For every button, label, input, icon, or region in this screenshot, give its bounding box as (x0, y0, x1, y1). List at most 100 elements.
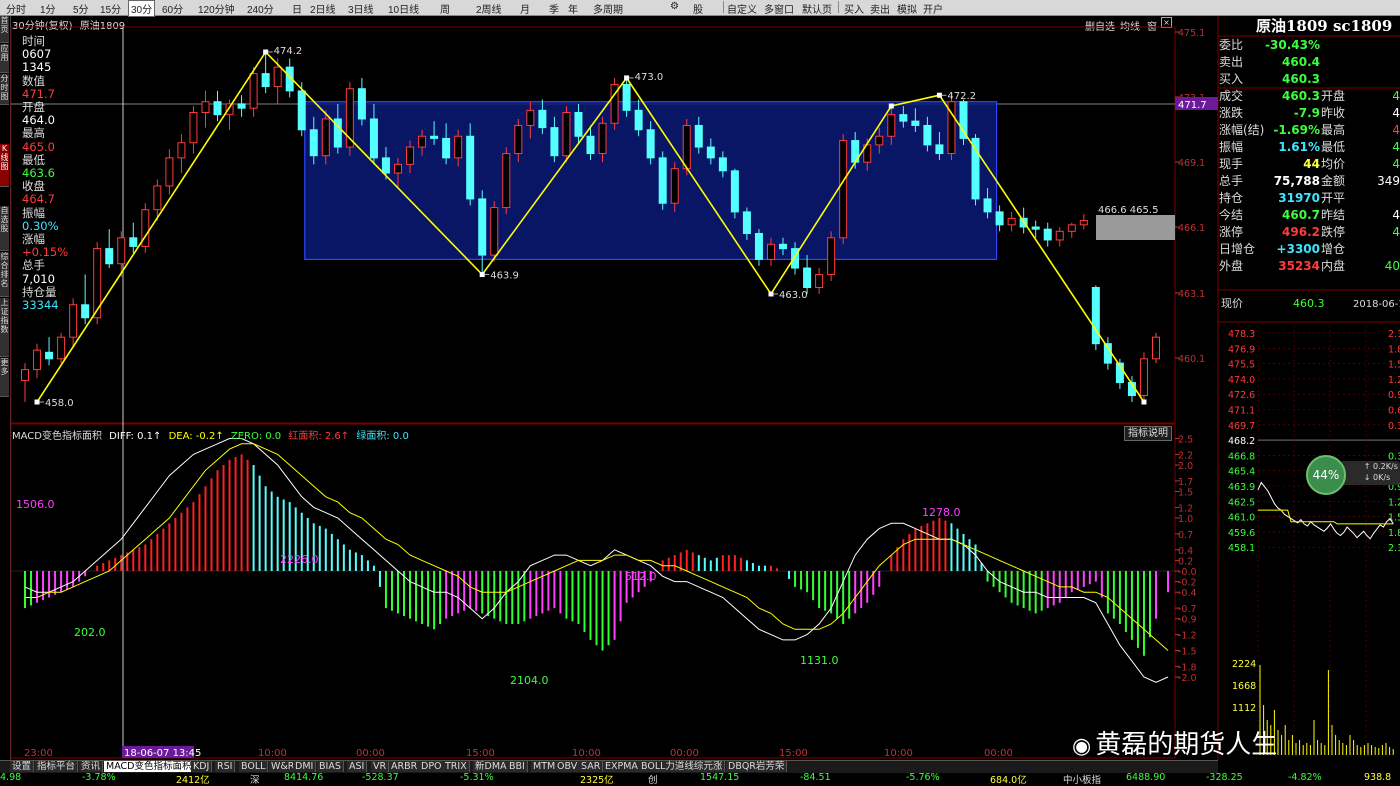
info-label: 总手 (22, 258, 45, 273)
indicator-tab[interactable]: 指标平台 (35, 761, 79, 772)
macd-area-annotation: 2226.0 (280, 553, 319, 566)
mini-pct-label: 1.2 (1388, 497, 1400, 508)
quote-value: 40 (1384, 259, 1400, 273)
crosshair-time-label: 18-06-07 13:45 (124, 748, 201, 759)
quote-label: 外盘 (1219, 259, 1244, 273)
info-label: 最高 (22, 126, 45, 141)
indicator-tab[interactable]: 资讯 (79, 761, 104, 772)
indicator-tab[interactable]: 新DMA (473, 761, 510, 772)
quote-label: 均价 (1321, 157, 1346, 171)
time-axis-label: 15:00 (779, 748, 808, 759)
macd-axis-label: -0.9 (1178, 615, 1197, 626)
status-item: -5.31% (460, 772, 494, 783)
indicator-tab[interactable]: ARBR (389, 761, 421, 772)
net-upload: 0.2K/s (1373, 462, 1398, 471)
quote-value: 460.4 (1282, 55, 1320, 69)
candle-body (682, 124, 691, 170)
status-item: 2412亿 (176, 775, 210, 786)
quote-row: 涨停 496.2 跌停 4 (1219, 224, 1400, 241)
status-item: 1547.15 (700, 772, 740, 783)
zigzag-label: 474.2 (274, 46, 303, 57)
quote-value: 35234 (1278, 259, 1320, 273)
candle-body (766, 243, 775, 260)
candle-body (490, 207, 499, 256)
quote-value: 460.7 (1282, 208, 1320, 222)
candle-body (1079, 220, 1088, 226)
zigzag-pivot (1141, 399, 1147, 405)
indicator-tab[interactable]: OBV (555, 761, 581, 772)
indicator-tab[interactable]: MACD变色指标面积 (104, 761, 195, 772)
quote-row: 外盘 35234 内盘 40 (1219, 258, 1400, 275)
quote-value: 4 (1392, 208, 1400, 222)
time-axis-label: 10:00 (572, 748, 601, 759)
candle-body (875, 135, 884, 146)
status-item: 2325亿 (580, 775, 614, 786)
quote-value: 4 (1392, 140, 1400, 154)
ma-value-label: 466.6 465.5 (1098, 205, 1158, 216)
quote-label: 涨停 (1219, 225, 1244, 239)
candle-body (357, 88, 366, 120)
quote-label: 最高 (1321, 123, 1346, 137)
candle-body (923, 124, 932, 146)
indicator-tab[interactable]: DPO (419, 761, 445, 772)
indicator-tab[interactable]: TRIX (443, 761, 470, 772)
indicator-tab[interactable]: BBI (507, 761, 528, 772)
quote-row: 总手 75,788 金额 349 (1219, 173, 1400, 190)
indicator-tab[interactable]: EXPMA (603, 761, 641, 772)
mini-price-label: 461.0 (1228, 513, 1255, 524)
candle-body (21, 369, 29, 381)
indicator-tab[interactable]: VR (371, 761, 390, 772)
candle-body (418, 135, 427, 148)
macd-axis-label: 0.2 (1178, 556, 1193, 567)
info-label: 振幅 (22, 205, 45, 220)
info-value: 1345 (22, 60, 52, 75)
indicator-tab[interactable]: ASI (347, 761, 368, 772)
candle-body (574, 111, 583, 137)
zigzag-label: 458.0 (45, 398, 74, 409)
quote-label: 委比 (1219, 38, 1244, 52)
mini-price-label: 466.8 (1228, 451, 1255, 462)
indicator-tab[interactable]: SAR (579, 761, 604, 772)
info-label: 数值 (22, 73, 45, 88)
quote-value: 496.2 (1282, 225, 1320, 239)
candle-body (718, 157, 727, 172)
mini-price-label: 476.9 (1228, 344, 1255, 355)
quote-label: 开平 (1321, 191, 1346, 205)
memory-usage-badge[interactable]: 44% (1306, 455, 1346, 495)
time-axis-label: 00:00 (356, 748, 385, 759)
mini-price-label: 472.6 (1228, 390, 1255, 401)
macd-axis-label: 2.2 (1178, 450, 1193, 461)
indicator-tab[interactable]: 设置 (10, 761, 35, 772)
macd-axis-label: -1.5 (1178, 647, 1197, 658)
status-item: 8414.76 (284, 772, 324, 783)
indicator-tab[interactable]: RSI (215, 761, 236, 772)
candle-body (33, 349, 42, 371)
macd-axis-label: 1.2 (1178, 503, 1193, 514)
indicator-tab[interactable]: BOLL (239, 761, 269, 772)
status-item: -5.76% (906, 772, 940, 783)
indicator-tab[interactable]: BIAS (317, 761, 344, 772)
indicator-tab[interactable]: DMI (293, 761, 317, 772)
quote-label: 日增仓 (1219, 242, 1256, 256)
macd-diff: DIFF: 0.1↑ (109, 431, 162, 442)
quote-label: 现手 (1219, 157, 1244, 171)
candle-body (1007, 217, 1016, 226)
quote-value: 4 (1392, 89, 1400, 103)
indicator-tab[interactable]: DBQR岩芳荣 (726, 761, 788, 772)
candle-body (478, 198, 487, 256)
indicator-tab[interactable]: BOLL力道线综元涨 (639, 761, 726, 772)
indicator-help-button[interactable]: 指标说明 (1124, 426, 1172, 441)
candle-body (971, 137, 980, 200)
mini-volume-label: 1668 (1232, 681, 1256, 692)
chart-canvas: 475.1473.1471.1469.1466.1463.1460.1471.7… (10, 16, 1400, 760)
candle-body (779, 243, 788, 250)
macd-axis-label: -0.2 (1178, 578, 1197, 589)
candle-body (1152, 336, 1160, 360)
candle-body (562, 111, 571, 157)
candle-body (442, 137, 451, 159)
time-axis-label: 15:00 (466, 748, 495, 759)
mini-pct-label: 0.3 (1388, 421, 1400, 432)
candle-body (658, 157, 667, 204)
indicator-tab[interactable]: KDJ (191, 761, 213, 772)
macd-area-annotation: 1506.0 (16, 498, 55, 511)
